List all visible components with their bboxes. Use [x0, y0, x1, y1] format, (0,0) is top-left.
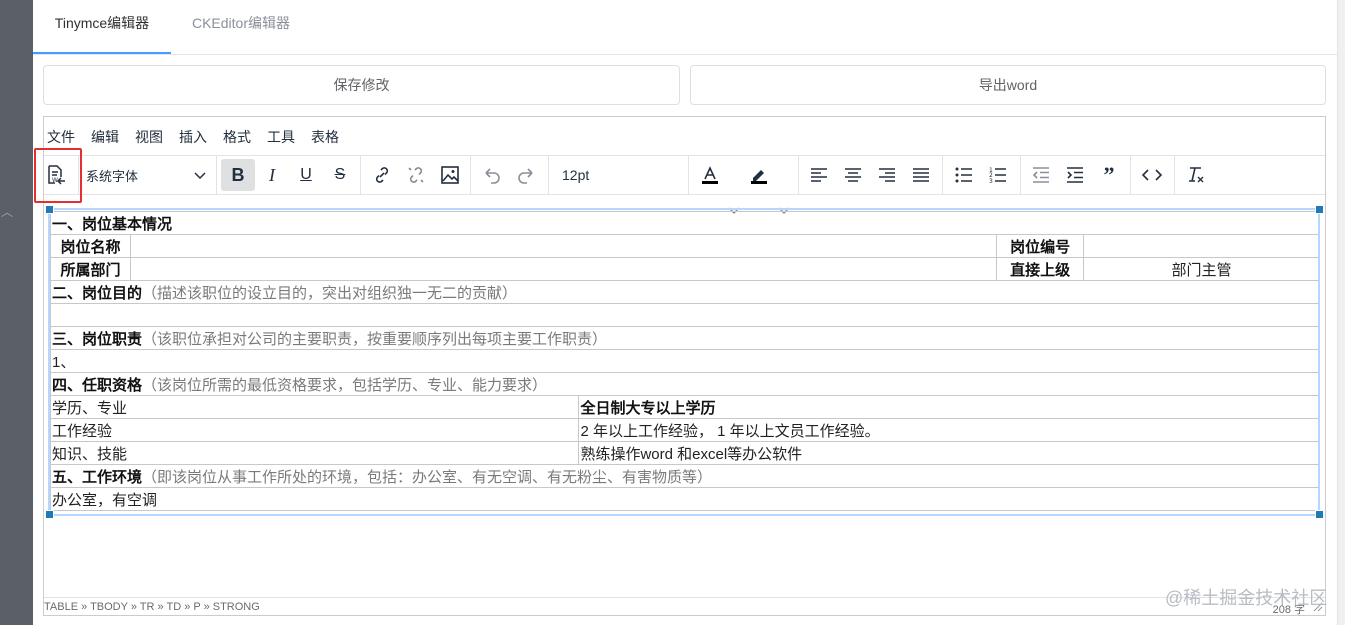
- font-family-select[interactable]: 系统字体: [86, 159, 214, 191]
- align-center-icon[interactable]: [836, 159, 870, 191]
- table-row: 学历、专业 全日制大专以上学历: [49, 395, 1320, 419]
- dept-value[interactable]: [129, 257, 998, 281]
- empty-cell[interactable]: [50, 303, 1320, 327]
- watermark: @稀土掘金技术社区: [1165, 588, 1328, 608]
- align-right-icon[interactable]: [870, 159, 904, 191]
- section-title[interactable]: 五、工作环境（即该岗位从事工作所处的环境，包括：办公室、有无空调、有无粉尘、有害…: [50, 464, 1320, 488]
- menu-format[interactable]: 格式: [223, 127, 251, 147]
- dept-label[interactable]: 所属部门: [50, 257, 131, 281]
- resize-handle[interactable]: [1315, 205, 1324, 214]
- table-row: 岗位名称 岗位编号: [50, 234, 1320, 258]
- underline-icon[interactable]: U: [289, 159, 323, 191]
- edu-value[interactable]: 全日制大专以上学历: [578, 395, 1320, 419]
- menu-table[interactable]: 表格: [311, 127, 339, 147]
- link-icon[interactable]: [365, 159, 399, 191]
- section-hint: （描述该职位的设立目的，突出对组织独一无二的贡献）: [142, 284, 518, 302]
- resize-handle[interactable]: [45, 205, 54, 214]
- align-justify-icon[interactable]: [904, 159, 938, 191]
- font-family-value: 系统字体: [86, 168, 139, 184]
- font-size-select[interactable]: 12pt: [562, 159, 686, 191]
- resize-handle[interactable]: [1315, 510, 1324, 519]
- skill-label[interactable]: 知识、技能: [49, 441, 580, 465]
- menu-file[interactable]: 文件: [47, 127, 75, 147]
- highlight-box: [34, 148, 82, 203]
- undo-icon[interactable]: [475, 159, 509, 191]
- bold-icon[interactable]: B: [221, 159, 255, 191]
- table-row: 五、工作环境（即该岗位从事工作所处的环境，包括：办公室、有无空调、有无粉尘、有害…: [50, 464, 1320, 488]
- menubar: 文件 编辑 视图 插入 格式 工具 表格: [44, 117, 1325, 155]
- chevron-down-icon: [194, 172, 206, 180]
- table-row: 所属部门 直接上级 部门主管: [50, 257, 1320, 281]
- italic-icon[interactable]: I: [255, 159, 289, 191]
- right-scrollbar[interactable]: [1337, 0, 1345, 625]
- duty-item[interactable]: 1、: [50, 349, 1320, 373]
- left-sidebar: ︿: [0, 0, 33, 625]
- strikethrough-icon[interactable]: S: [323, 159, 357, 191]
- editor-tabs: Tinymce编辑器 CKEditor编辑器: [33, 0, 1337, 55]
- section-hint: （该岗位所需的最低资格要求，包括学历、专业、能力要求）: [142, 376, 548, 394]
- source-code-icon[interactable]: [1135, 159, 1169, 191]
- editor-content[interactable]: 一、岗位基本情况 岗位名称 岗位编号 所属部门 直接上级 部门主管 二、岗位目的…: [44, 197, 1325, 597]
- align-left-icon[interactable]: [802, 159, 836, 191]
- section-hint: （即该岗位从事工作所处的环境，包括：办公室、有无空调、有无粉尘、有害物质等）: [142, 468, 713, 486]
- resize-handle[interactable]: [45, 510, 54, 519]
- menu-tools[interactable]: 工具: [267, 127, 295, 147]
- job-name-label[interactable]: 岗位名称: [50, 234, 131, 258]
- unlink-icon[interactable]: [399, 159, 433, 191]
- job-no-label[interactable]: 岗位编号: [996, 234, 1085, 258]
- section-hint: （该职位承担对公司的主要职责，按重要顺序列出每项主要工作职责）: [142, 330, 608, 348]
- section-heading: 四、任职资格: [52, 376, 143, 394]
- environment-value[interactable]: 办公室，有空调: [50, 487, 1320, 511]
- superior-value[interactable]: 部门主管: [1083, 257, 1320, 281]
- section-title[interactable]: 二、岗位目的（描述该职位的设立目的，突出对组织独一无二的贡献）: [50, 280, 1320, 304]
- section-heading: 三、岗位职责: [52, 330, 143, 348]
- exp-value[interactable]: 2 年以上工作经验， 1 年以上文员工作经验。: [578, 418, 1320, 442]
- table-row: 1、: [50, 349, 1320, 373]
- menu-edit[interactable]: 编辑: [91, 127, 119, 147]
- section-heading: 二、岗位目的: [52, 284, 143, 302]
- tab-ckeditor[interactable]: CKEditor编辑器: [171, 0, 311, 54]
- statusbar: TABLE » TBODY » TR » TD » P » STRONG 208…: [44, 597, 1325, 616]
- menu-insert[interactable]: 插入: [179, 127, 207, 147]
- section-title[interactable]: 四、任职资格（该岗位所需的最低资格要求，包括学历、专业、能力要求）: [50, 372, 1320, 396]
- table-row: [50, 303, 1320, 327]
- save-button[interactable]: 保存修改: [43, 65, 680, 105]
- blockquote-icon[interactable]: ”: [1092, 159, 1126, 191]
- numbered-list-icon[interactable]: 123: [981, 159, 1015, 191]
- image-icon[interactable]: [433, 159, 467, 191]
- table-row: 工作经验 2 年以上工作经验， 1 年以上文员工作经验。: [49, 418, 1320, 442]
- table-row: 知识、技能 熟练操作word 和excel等办公软件: [49, 441, 1320, 465]
- job-no-value[interactable]: [1083, 234, 1320, 258]
- section-title[interactable]: 三、岗位职责（该职位承担对公司的主要职责，按重要顺序列出每项主要工作职责）: [50, 326, 1320, 350]
- section-heading: 五、工作环境: [52, 468, 143, 486]
- indent-icon[interactable]: [1058, 159, 1092, 191]
- superior-label[interactable]: 直接上级: [996, 257, 1085, 281]
- redo-icon[interactable]: [509, 159, 543, 191]
- section-title[interactable]: 一、岗位基本情况: [50, 211, 1320, 235]
- table-row: 四、任职资格（该岗位所需的最低资格要求，包括学历、专业、能力要求）: [50, 372, 1320, 396]
- edu-label[interactable]: 学历、专业: [49, 395, 580, 419]
- skill-value[interactable]: 熟练操作word 和excel等办公软件: [578, 441, 1320, 465]
- outdent-icon[interactable]: [1024, 159, 1058, 191]
- bullet-list-icon[interactable]: [947, 159, 981, 191]
- toolbar: W 系统字体 B I U S 12pt 1 2 3 ”: [44, 155, 1325, 215]
- highlight-color-icon[interactable]: [742, 159, 776, 191]
- table-row: 办公室，有空调: [50, 487, 1320, 511]
- svg-text:3: 3: [989, 178, 993, 184]
- export-word-button[interactable]: 导出word: [690, 65, 1326, 105]
- clear-format-icon[interactable]: [1178, 159, 1212, 191]
- element-path[interactable]: TABLE » TBODY » TR » TD » P » STRONG: [44, 601, 260, 613]
- menu-view[interactable]: 视图: [135, 127, 163, 147]
- table-row: 二、岗位目的（描述该职位的设立目的，突出对组织独一无二的贡献）: [50, 280, 1320, 304]
- job-name-value[interactable]: [129, 234, 998, 258]
- font-size-value: 12pt: [562, 167, 590, 183]
- tinymce-editor: 文件 编辑 视图 插入 格式 工具 表格 W 系统字体 B I U S 12pt…: [43, 116, 1326, 616]
- job-description-table[interactable]: 一、岗位基本情况 岗位名称 岗位编号 所属部门 直接上级 部门主管 二、岗位目的…: [49, 211, 1320, 511]
- chevron-up-icon[interactable]: ︿: [0, 205, 14, 219]
- exp-label[interactable]: 工作经验: [49, 418, 580, 442]
- text-color-icon[interactable]: [693, 159, 727, 191]
- table-row: 三、岗位职责（该职位承担对公司的主要职责，按重要顺序列出每项主要工作职责）: [50, 326, 1320, 350]
- table-row: 一、岗位基本情况: [50, 211, 1320, 235]
- tab-tinymce[interactable]: Tinymce编辑器: [33, 0, 171, 54]
